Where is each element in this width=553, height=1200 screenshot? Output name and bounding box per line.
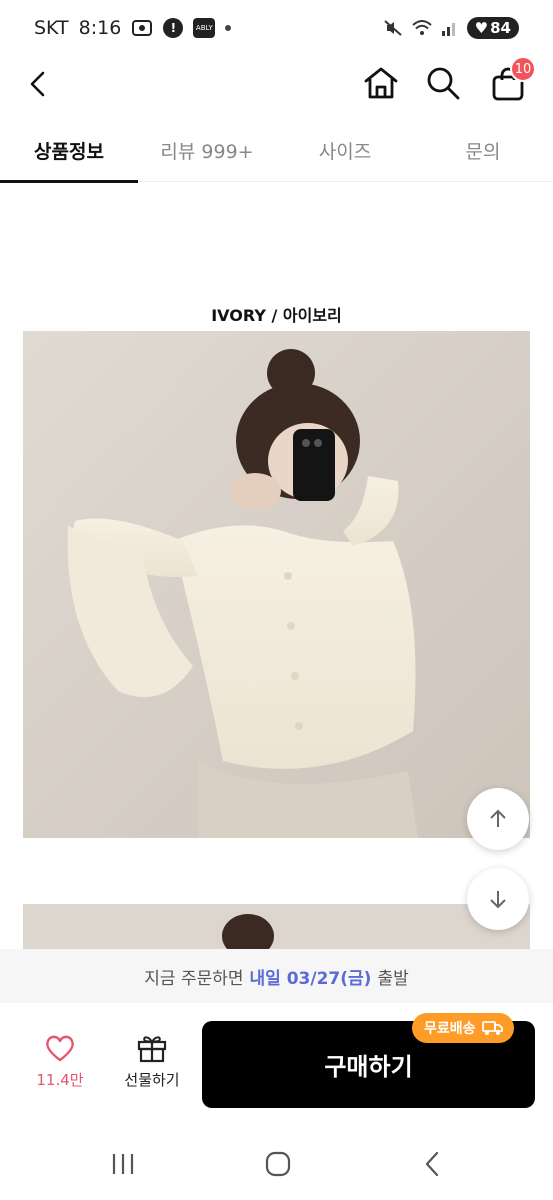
tab-size[interactable]: 사이즈 xyxy=(276,118,414,182)
tab-product-info[interactable]: 상품정보 xyxy=(0,118,138,183)
search-icon xyxy=(427,67,460,100)
recent-apps-button[interactable] xyxy=(103,1147,143,1181)
carrier: SKT xyxy=(34,17,69,39)
like-button[interactable]: 11.4만 xyxy=(22,1033,98,1103)
back-button[interactable] xyxy=(18,64,58,104)
battery-indicator: ♥ 84 xyxy=(466,17,519,39)
heart-icon xyxy=(46,1035,74,1062)
scroll-to-bottom-button[interactable] xyxy=(467,868,529,930)
back-icon xyxy=(30,71,45,97)
color-caption: IVORY / 아이보리 xyxy=(211,306,342,325)
product-photo-second xyxy=(23,904,530,950)
gift-label: 선물하기 xyxy=(124,1071,180,1089)
delivery-suffix: 출발 xyxy=(377,968,409,989)
home-button[interactable] xyxy=(360,62,402,104)
gift-button[interactable]: 선물하기 xyxy=(112,1033,192,1103)
clock: 8:16 xyxy=(78,17,122,39)
delivery-estimate-banner: 지금 주문하면 내일 03/27(금) 출발 xyxy=(0,949,553,1003)
arrow-up-icon xyxy=(490,809,506,827)
status-bar: SKT 8:16 ! ABLY ♥ 84 xyxy=(0,0,553,56)
cart-count-badge: 10 xyxy=(510,56,536,82)
status-right: ♥ 84 xyxy=(383,17,519,39)
product-tabs: 상품정보 리뷰 999+ 사이즈 문의 xyxy=(0,118,553,183)
alert-icon: ! xyxy=(163,18,184,38)
signal-icon xyxy=(441,19,459,37)
heart-small-icon: ♥ xyxy=(474,19,489,37)
mute-icon xyxy=(383,18,403,38)
app-notification-icon: ABLY xyxy=(193,18,216,38)
system-nav-bar xyxy=(0,1123,553,1200)
system-home-button[interactable] xyxy=(258,1147,298,1181)
tab-inquiry[interactable]: 문의 xyxy=(414,118,552,182)
product-photo xyxy=(23,331,530,838)
search-button[interactable] xyxy=(422,62,464,104)
scroll-to-top-button[interactable] xyxy=(467,788,529,850)
like-count: 11.4만 xyxy=(36,1071,84,1089)
tab-reviews[interactable]: 리뷰 999+ xyxy=(138,118,276,182)
wifi-icon xyxy=(411,19,433,37)
system-back-button[interactable] xyxy=(412,1147,452,1181)
system-home-icon xyxy=(265,1151,291,1177)
delivery-date: 내일 03/27(금) xyxy=(249,968,372,989)
gift-icon xyxy=(137,1036,167,1063)
free-shipping-badge: 무료배송 xyxy=(412,1013,514,1043)
delivery-prefix: 지금 주문하면 xyxy=(144,968,244,989)
cart-button[interactable]: 10 xyxy=(486,56,536,106)
system-back-icon xyxy=(425,1151,439,1177)
arrow-down-icon xyxy=(490,891,506,909)
purchase-action-bar: 11.4만 선물하기 구매하기 무료배송 xyxy=(0,1003,553,1123)
status-left: SKT 8:16 ! ABLY xyxy=(34,17,232,39)
more-notifications-dot-icon xyxy=(225,25,232,31)
screenshot-icon xyxy=(131,18,153,38)
recent-apps-icon xyxy=(112,1154,134,1174)
home-icon xyxy=(364,67,398,99)
truck-icon xyxy=(481,1021,503,1035)
free-shipping-label: 무료배송 xyxy=(424,1021,476,1037)
battery-level: 84 xyxy=(490,19,511,37)
app-header: 10 xyxy=(0,56,553,110)
